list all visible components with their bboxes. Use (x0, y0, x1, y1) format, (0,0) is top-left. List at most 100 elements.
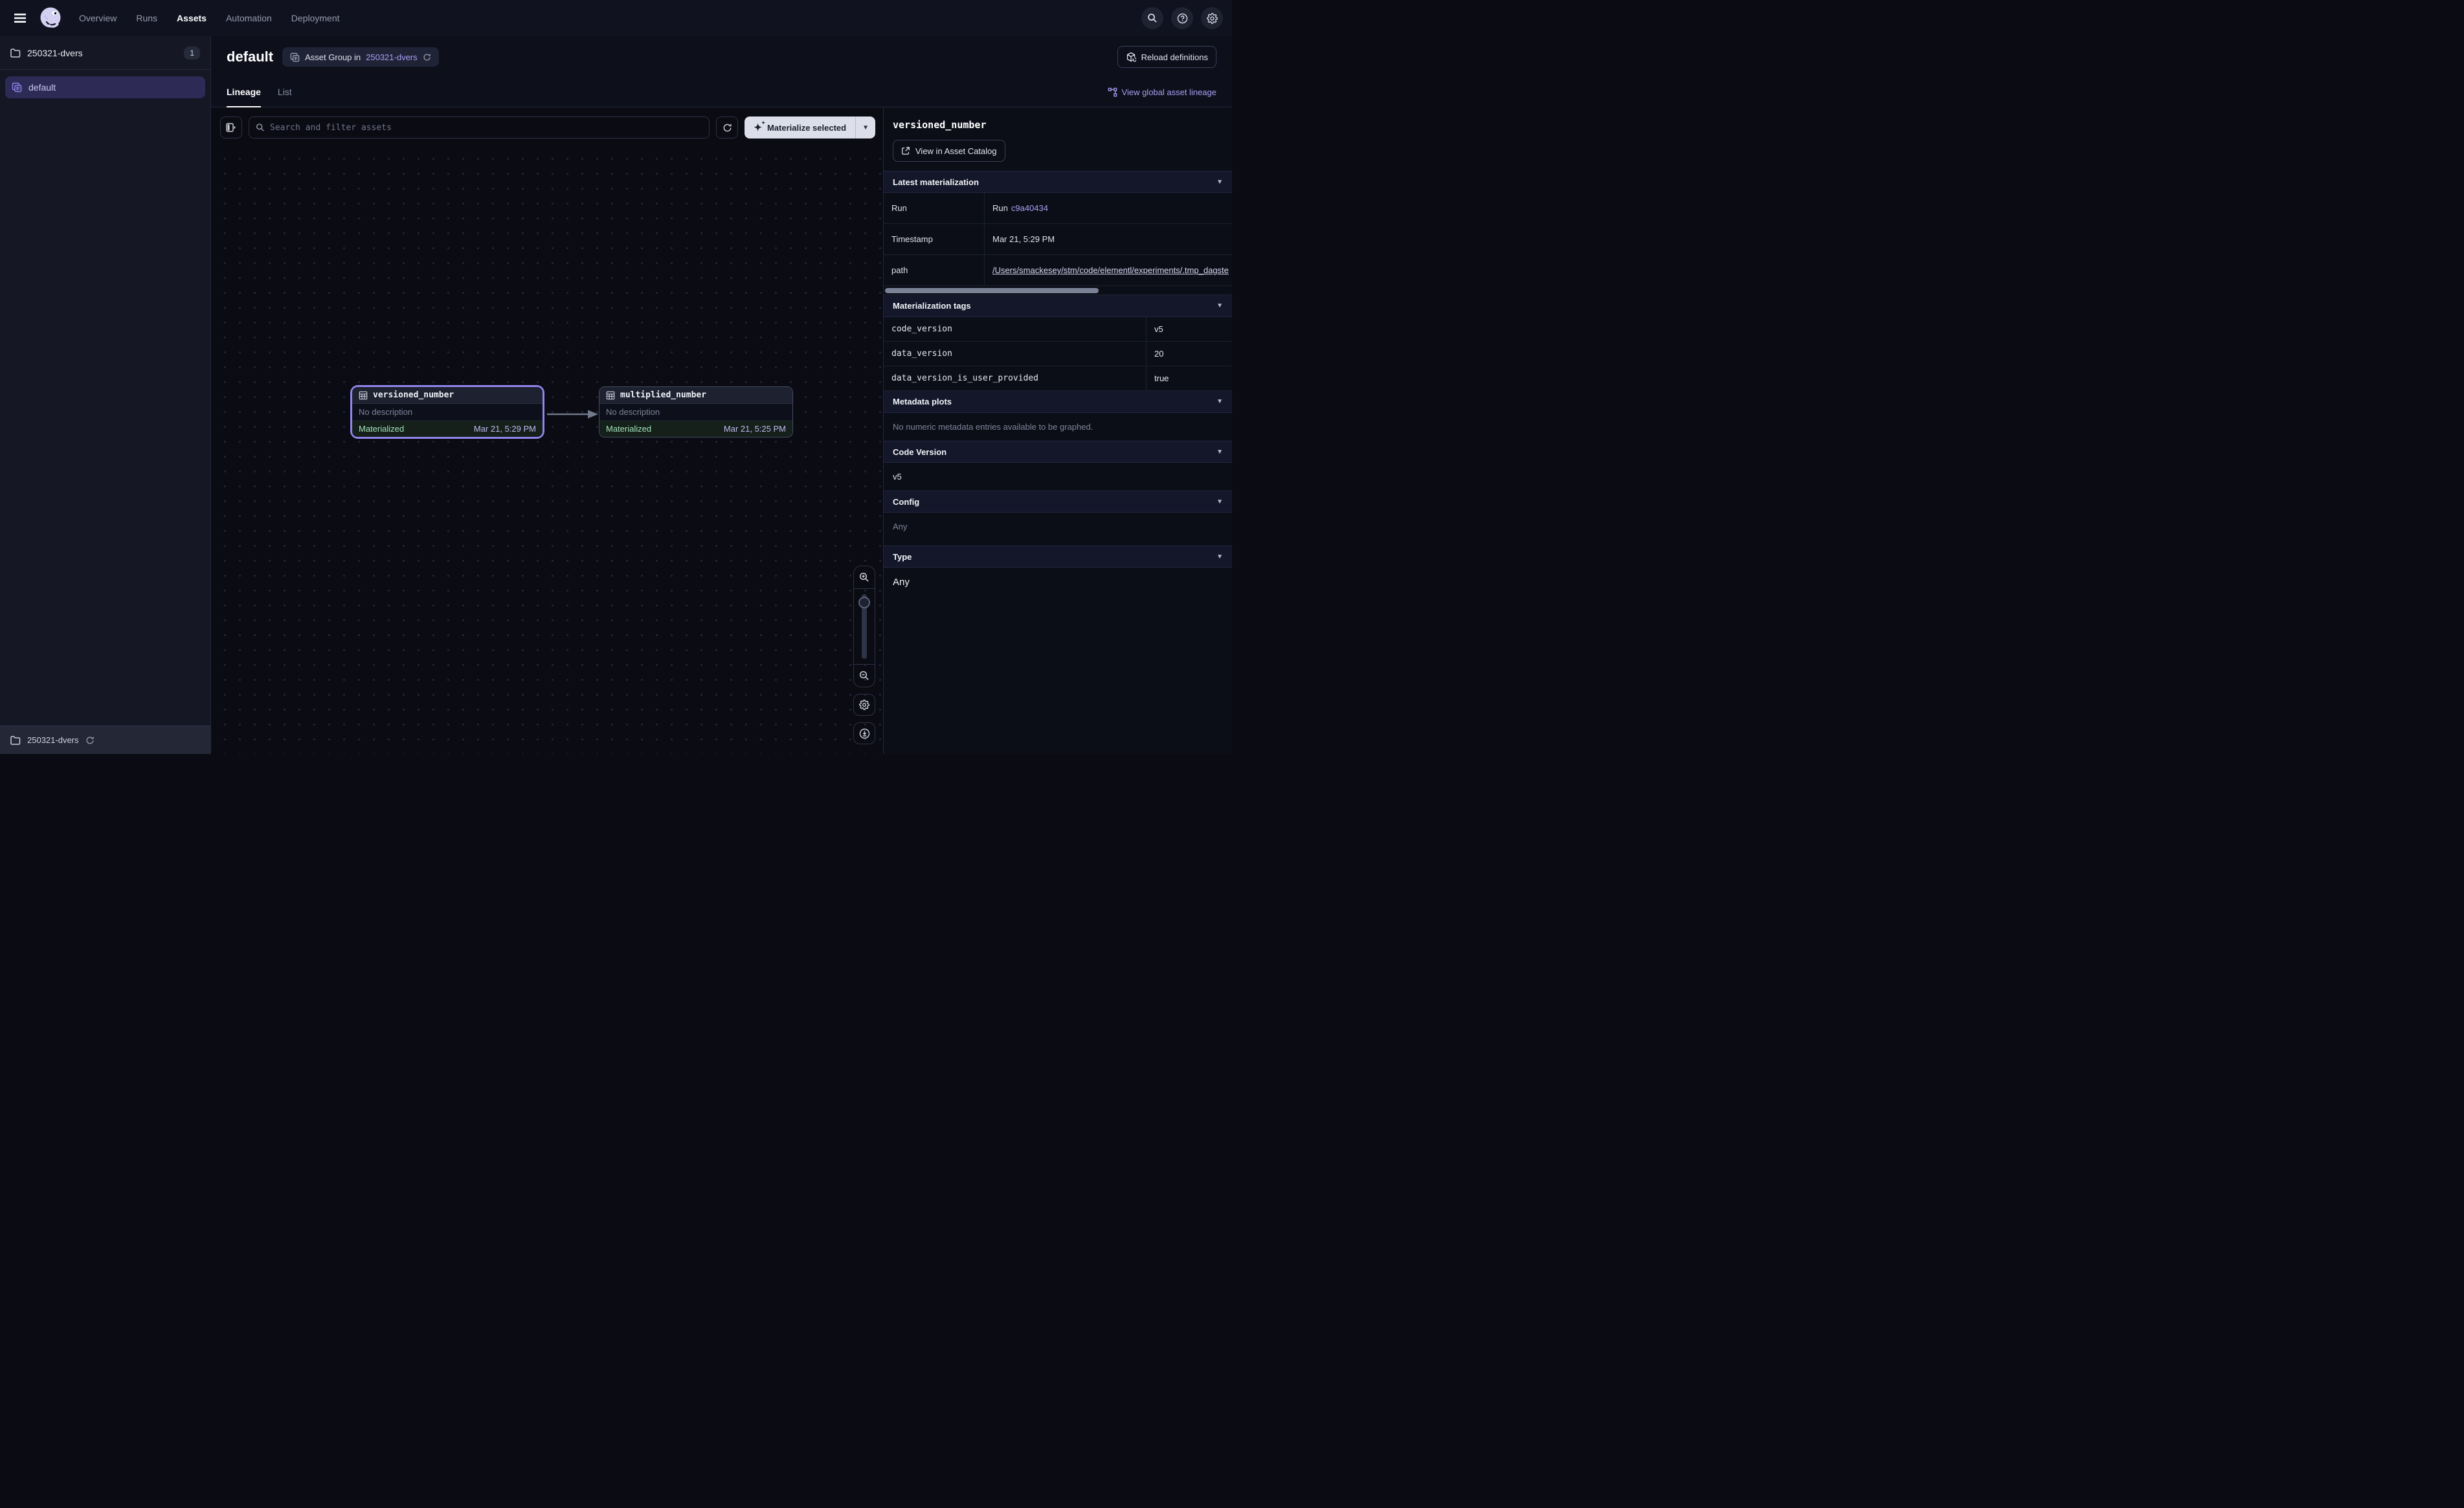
section-metadata-plots[interactable]: Metadata plots ▼ (884, 391, 1232, 413)
asset-group-icon (12, 82, 22, 93)
top-bar: Overview Runs Assets Automation Deployme… (0, 0, 1232, 36)
tab-bar: Lineage List View global asset lineage (211, 78, 1232, 107)
nav-deployment[interactable]: Deployment (291, 13, 340, 23)
run-id-link[interactable]: c9a40434 (1011, 203, 1048, 213)
search-icon (1147, 13, 1158, 23)
repo-name: 250321-dvers (27, 48, 177, 58)
reload-cube-icon (1126, 52, 1136, 62)
chevron-down-icon: ▼ (1216, 449, 1223, 456)
row-label: Run (884, 193, 985, 223)
table-row: code_version v5 (884, 317, 1232, 342)
page-title: default (227, 49, 273, 65)
asset-search-input[interactable] (270, 123, 702, 133)
zoom-out-icon (859, 671, 869, 681)
asset-node-name: multiplied_number (620, 390, 706, 400)
table-row: data_version_is_user_provided true (884, 366, 1232, 391)
asset-group-icon (290, 52, 300, 62)
path-link[interactable]: /Users/smackesey/stm/code/elementl/exper… (992, 265, 1229, 275)
materialize-selected-button[interactable]: ✦ Materialize selected (745, 116, 855, 139)
tab-lineage[interactable]: Lineage (227, 78, 261, 107)
section-code-version[interactable]: Code Version ▼ (884, 441, 1232, 463)
table-row: Run Run c9a40434 (884, 193, 1232, 224)
zoom-in-icon (859, 572, 869, 582)
table-icon (359, 391, 368, 400)
page-header: default Asset Group in 250321-dvers Relo… (211, 36, 1232, 78)
zoom-in-button[interactable] (853, 566, 875, 588)
tab-list[interactable]: List (278, 78, 292, 107)
section-title: Latest materialization (893, 177, 979, 187)
materialize-options-caret-button[interactable]: ▼ (855, 116, 875, 139)
table-row: Timestamp Mar 21, 5:29 PM (884, 224, 1232, 255)
refresh-graph-button[interactable] (716, 116, 738, 139)
badge-prefix: Asset Group in (305, 52, 361, 62)
lineage-canvas[interactable]: versioned_number No description Material… (211, 148, 883, 754)
section-latest-materialization[interactable]: Latest materialization ▼ (884, 171, 1232, 193)
sidebar-item-label: default (28, 82, 56, 93)
download-image-button[interactable] (853, 722, 875, 744)
sidebar-repo-row[interactable]: 250321-dvers 1 (0, 36, 210, 70)
hamburger-menu-icon[interactable] (9, 7, 31, 29)
asset-node-multiplied-number[interactable]: multiplied_number No description Materia… (599, 386, 793, 438)
materialize-selected-label: Materialize selected (767, 123, 846, 133)
section-title: Config (893, 497, 919, 507)
toggle-sidebar-panel-button[interactable] (220, 116, 242, 139)
gear-icon (859, 700, 869, 710)
refresh-icon[interactable] (423, 53, 431, 61)
asset-group-badge[interactable]: Asset Group in 250321-dvers (282, 47, 439, 67)
sparkle-icon: ✦ (754, 123, 762, 133)
asset-groups-sidebar: 250321-dvers 1 default 250321-dvers (0, 36, 211, 754)
settings-button[interactable] (1201, 7, 1223, 29)
sidebar-footer-repo[interactable]: 250321-dvers (0, 726, 210, 754)
view-in-asset-catalog-button[interactable]: View in Asset Catalog (893, 140, 1005, 162)
repo-asset-count-badge: 1 (184, 47, 200, 60)
zoom-slider-handle[interactable] (858, 597, 870, 608)
asset-node-description: No description (599, 404, 792, 421)
selected-asset-name: versioned_number (893, 119, 1223, 131)
sidebar-item-default[interactable]: default (5, 76, 205, 98)
view-global-asset-lineage-link[interactable]: View global asset lineage (1108, 87, 1216, 97)
asset-node-versioned-number[interactable]: versioned_number No description Material… (350, 385, 544, 439)
graph-settings-button[interactable] (853, 694, 875, 716)
row-value: Run c9a40434 (985, 193, 1232, 223)
scrollbar-thumb[interactable] (885, 288, 1099, 293)
materialize-selected-split-button: ✦ Materialize selected ▼ (745, 116, 875, 139)
dagster-logo[interactable] (38, 5, 63, 31)
nav-automation[interactable]: Automation (226, 13, 272, 23)
folder-icon (10, 49, 21, 58)
tag-key: data_version_is_user_provided (884, 366, 1147, 390)
reload-definitions-button[interactable]: Reload definitions (1117, 46, 1216, 68)
table-row: path /Users/smackesey/stm/code/elementl/… (884, 255, 1232, 286)
refresh-icon[interactable] (85, 736, 95, 745)
nav-assets[interactable]: Assets (177, 13, 207, 23)
help-button[interactable] (1171, 7, 1193, 29)
chevron-down-icon: ▼ (1216, 398, 1223, 405)
badge-repo-link[interactable]: 250321-dvers (366, 52, 418, 62)
asset-node-name: versioned_number (373, 390, 454, 400)
chevron-down-icon: ▼ (862, 124, 869, 131)
materialized-status: Materialized (606, 424, 651, 434)
zoom-out-button[interactable] (853, 665, 875, 687)
metadata-plots-empty-message: No numeric metadata entries available to… (884, 413, 1232, 441)
lineage-edge-arrow (546, 409, 599, 419)
asset-search-box (249, 116, 710, 139)
table-icon (606, 391, 615, 400)
tag-key: data_version (884, 342, 1147, 366)
section-materialization-tags[interactable]: Materialization tags ▼ (884, 295, 1232, 317)
zoom-slider[interactable] (853, 588, 875, 665)
zoom-controls (853, 566, 875, 744)
materialized-status: Materialized (359, 424, 404, 434)
row-label: path (884, 255, 985, 285)
gear-icon (1207, 13, 1218, 24)
search-icon (256, 123, 265, 132)
code-version-value: v5 (884, 463, 1232, 491)
section-type[interactable]: Type ▼ (884, 546, 1232, 568)
search-button[interactable] (1141, 7, 1163, 29)
chevron-down-icon: ▼ (1216, 179, 1223, 186)
latest-materialization-table: Run Run c9a40434 Timestamp Mar 21, 5:29 … (884, 193, 1232, 286)
nav-runs[interactable]: Runs (136, 13, 157, 23)
section-config[interactable]: Config ▼ (884, 491, 1232, 513)
refresh-icon (722, 123, 732, 133)
table-row: data_version 20 (884, 342, 1232, 366)
section-title: Code Version (893, 447, 946, 457)
nav-overview[interactable]: Overview (79, 13, 117, 23)
